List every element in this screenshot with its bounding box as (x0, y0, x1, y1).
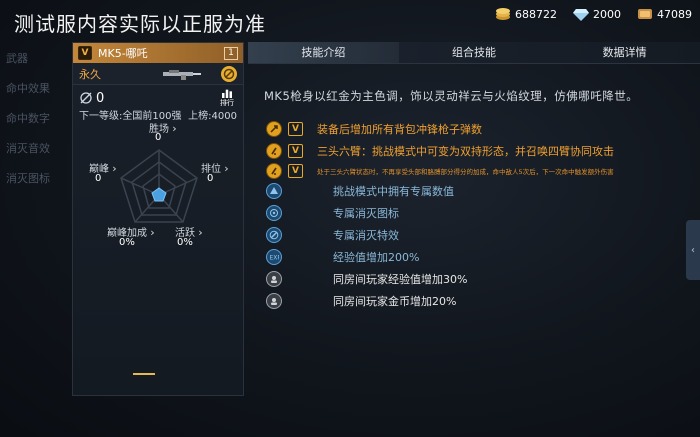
currency-gold: 688722 (495, 7, 557, 21)
tab-skill-intro[interactable]: 技能介绍 (248, 42, 399, 63)
radar-wins-label[interactable]: 胜场 › (149, 120, 177, 135)
radar-rank-value: 0 (207, 173, 214, 184)
feature-text: 同房间玩家经验值增加30% (333, 273, 468, 286)
tab-combo-skill[interactable]: 组合技能 (399, 42, 550, 63)
feature-text: 三头六臂：挑战模式中可变为双持形态，并召唤四臂协同攻击 (317, 145, 614, 158)
radar-bonus-value: 0% (119, 237, 135, 248)
radar-rank-label[interactable]: 排位 › (201, 160, 229, 175)
weapon-card-header: V MK5-哪吒 1 (73, 43, 243, 63)
gold-value: 688722 (515, 7, 557, 21)
weapon-name: MK5-哪吒 (98, 47, 148, 60)
feature-list: V 装备后增加所有背包冲锋枪子弹数 V 三头六臂：挑战模式中可变为双持形态，并召… (266, 118, 686, 312)
leftnav-item[interactable]: 消灭图标 (6, 164, 66, 194)
feature-text: 专属消灭图标 (333, 207, 399, 220)
v-badge-icon: V (288, 164, 303, 178)
grey-gold-icon (266, 293, 282, 309)
kill-count: 0 (96, 90, 105, 106)
slot-number: 1 (224, 46, 238, 60)
no-sign-icon[interactable] (221, 65, 237, 82)
feature-item: 同房间玩家金币增加20% (266, 290, 686, 312)
leftnav-item[interactable]: 命中效果 (6, 74, 66, 104)
diamond-value: 2000 (593, 7, 621, 21)
feature-item: V 三头六臂：挑战模式中可变为双持形态，并召唤四臂协同攻击 (266, 140, 686, 162)
rank-button[interactable]: 排行 (217, 88, 237, 108)
leftnav-item[interactable]: 武器 (6, 44, 66, 74)
token-value: 47089 (657, 7, 692, 21)
radar-peak-label[interactable]: 巅峰 › (89, 160, 117, 175)
blue-mode-icon (266, 183, 282, 199)
currency-bar: 688722 2000 47089 (495, 7, 692, 21)
leftnav-item[interactable]: 消灭音效 (6, 134, 66, 164)
feature-text: 处于三头六臂状态时，不再享受头部和胳膊部分得分的加成，命中敌人5次后，下一次命中… (317, 168, 614, 176)
kill-stat-row: 0 排行 (73, 85, 243, 107)
feature-item: 专属消灭图标 (266, 202, 686, 224)
gold-coin-icon (496, 8, 510, 20)
svg-text:EXP: EXP (270, 255, 280, 262)
gold-skill-icon (266, 143, 282, 159)
blue-exp-icon: EXP (266, 249, 282, 265)
tab-data-details[interactable]: 数据详情 (549, 42, 700, 63)
feature-item: EXP 经验值增加200% (266, 246, 686, 268)
page-indicator (133, 373, 155, 375)
v-badge-icon: V (288, 122, 303, 136)
v-badge-icon: V (78, 46, 92, 60)
gun-thumbnail-icon (163, 69, 201, 80)
rank-bars-icon (222, 89, 232, 98)
feature-item: V 处于三头六臂状态时，不再享受头部和胳膊部分得分的加成，命中敌人5次后，下一次… (266, 162, 686, 180)
weapon-card: V MK5-哪吒 1 永久 0 排行 下一等级:全国前100强 上榜:4000 (72, 42, 244, 396)
blue-effect-icon (266, 227, 282, 243)
diamond-icon (573, 9, 589, 21)
weapon-description: MK5枪身以红金为主色调，饰以灵动祥云与火焰纹理，仿佛哪吒降世。 (264, 89, 639, 103)
feature-item: 同房间玩家经验值增加30% (266, 268, 686, 290)
feature-text: 专属消灭特效 (333, 229, 399, 242)
feature-text: 装备后增加所有背包冲锋枪子弹数 (317, 123, 482, 136)
feature-item: 专属消灭特效 (266, 224, 686, 246)
currency-token: 47089 (637, 7, 692, 21)
leftnav-item[interactable]: 命中数字 (6, 104, 66, 134)
radar-peak-value: 0 (95, 173, 102, 184)
skill-content: MK5枪身以红金为主色调，饰以灵动祥云与火焰纹理，仿佛哪吒降世。 (258, 88, 688, 104)
feature-item: V 装备后增加所有背包冲锋枪子弹数 (266, 118, 686, 140)
feature-text: 挑战模式中拥有专属数值 (333, 185, 454, 198)
radar-chart: 胜场 › 0 巅峰 › 0 排位 › 0 巅峰加成 › 0% 活跃 › 0% (73, 122, 243, 322)
currency-diamond: 2000 (573, 7, 621, 21)
feature-text: 同房间玩家金币增加20% (333, 295, 457, 308)
v-badge-icon: V (288, 144, 303, 158)
radar-pentagon (120, 149, 198, 223)
grey-exp-icon (266, 271, 282, 287)
side-expand-arrow-icon[interactable]: ‹ (686, 220, 700, 280)
token-icon (638, 9, 652, 19)
feature-text: 经验值增加200% (333, 251, 420, 264)
duration-label: 永久 (79, 67, 101, 81)
radar-active-value: 0% (177, 237, 193, 248)
gold-skill-icon (266, 121, 282, 137)
rank-up-text: 上榜:4000 (188, 111, 237, 122)
blue-target-icon (266, 205, 282, 221)
gold-skill-icon (266, 163, 282, 179)
feature-item: 挑战模式中拥有专属数值 (266, 180, 686, 202)
weapon-card-sub: 永久 (73, 63, 243, 85)
tab-bar: 技能介绍 组合技能 数据详情 (248, 42, 700, 64)
kill-icon (80, 92, 92, 104)
left-nav: 武器 命中效果 命中数字 消灭音效 消灭图标 (0, 44, 66, 437)
page-title: 测试服内容实际以正服为准 (14, 12, 266, 36)
radar-wins-value: 0 (155, 132, 162, 143)
